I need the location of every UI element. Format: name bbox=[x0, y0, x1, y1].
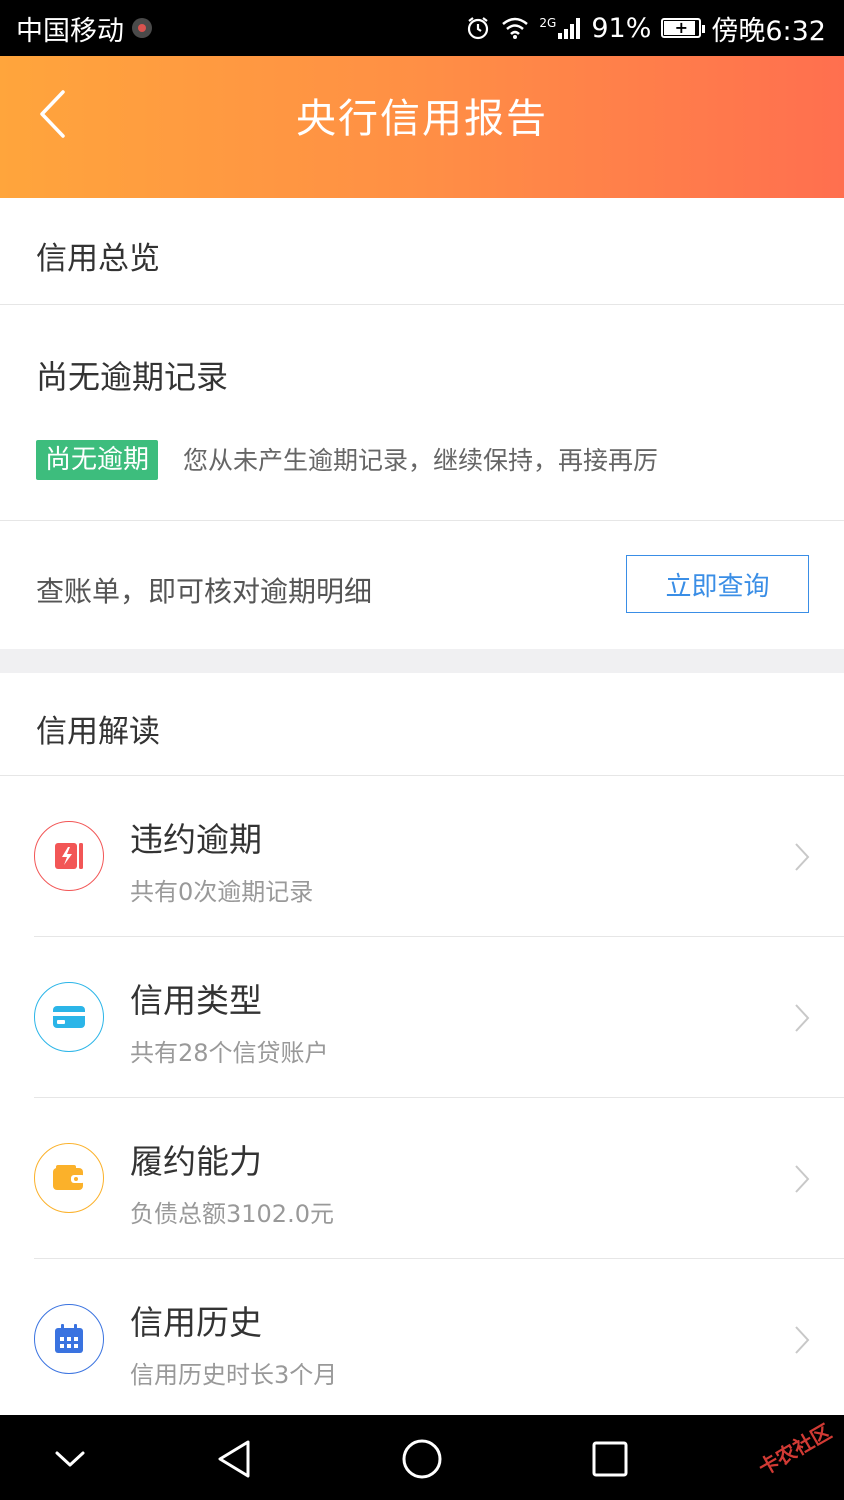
nav-recents-button[interactable] bbox=[588, 1437, 632, 1481]
clock: 傍晚6:32 bbox=[711, 15, 826, 47]
list-item-subtitle: 共有28个信贷账户 bbox=[130, 1039, 329, 1067]
list-item-credit-type[interactable]: 信用类型 共有28个信贷账户 bbox=[0, 937, 844, 1098]
battery-icon: + bbox=[661, 18, 706, 38]
status-bar: 中国移动 2G 91% + 傍晚6:32 bbox=[0, 0, 844, 56]
overview-section-title: 信用总览 bbox=[36, 241, 160, 277]
nav-home-button[interactable] bbox=[400, 1437, 444, 1481]
list-item-subtitle: 共有0次逾期记录 bbox=[130, 878, 314, 906]
calendar-icon bbox=[34, 1304, 104, 1374]
interpretation-section-title: 信用解读 bbox=[36, 714, 160, 750]
hide-nav-button[interactable] bbox=[48, 1437, 92, 1481]
list-item-title: 信用历史 bbox=[130, 1303, 262, 1342]
chevron-right-icon bbox=[795, 1004, 810, 1032]
section-gap bbox=[0, 649, 844, 673]
list-item-title: 信用类型 bbox=[130, 981, 262, 1020]
list-item-subtitle: 负债总额3102.0元 bbox=[130, 1200, 334, 1228]
battery-percent: 91% bbox=[591, 12, 652, 44]
nav-back-button[interactable] bbox=[212, 1437, 256, 1481]
network-label: 2G bbox=[539, 16, 557, 30]
circle-home-icon bbox=[402, 1439, 442, 1479]
signal-icon: 2G bbox=[539, 16, 581, 40]
list-item-credit-history[interactable]: 信用历史 信用历史时长3个月 bbox=[0, 1259, 844, 1420]
wallet-icon bbox=[34, 1143, 104, 1213]
overdue-icon bbox=[34, 821, 104, 891]
bill-hint: 查账单，即可核对逾期明细 bbox=[36, 575, 373, 608]
app-header: 央行信用报告 bbox=[0, 56, 844, 198]
list-item-repayment-ability[interactable]: 履约能力 负债总额3102.0元 bbox=[0, 1098, 844, 1259]
divider bbox=[0, 304, 844, 305]
list-item-title: 违约逾期 bbox=[130, 820, 262, 859]
chevron-right-icon bbox=[795, 1326, 810, 1354]
query-now-button[interactable]: 立即查询 bbox=[626, 555, 809, 613]
chevron-down-icon bbox=[55, 1451, 85, 1467]
chevron-right-icon bbox=[795, 1165, 810, 1193]
list-item-subtitle: 信用历史时长3个月 bbox=[130, 1361, 338, 1389]
list-item-title: 履约能力 bbox=[130, 1142, 262, 1181]
page-title: 央行信用报告 bbox=[296, 96, 548, 142]
wifi-icon bbox=[501, 16, 529, 40]
carrier-label: 中国移动 bbox=[16, 15, 124, 47]
notification-icon bbox=[132, 18, 152, 38]
square-recents-icon bbox=[592, 1441, 628, 1477]
status-description: 您从未产生逾期记录，继续保持，再接再厉 bbox=[183, 446, 659, 475]
list-item-overdue[interactable]: 违约逾期 共有0次逾期记录 bbox=[0, 776, 844, 937]
overdue-status-title: 尚无逾期记录 bbox=[36, 358, 229, 396]
alarm-icon bbox=[465, 15, 491, 41]
triangle-back-icon bbox=[218, 1440, 250, 1478]
card-icon bbox=[34, 982, 104, 1052]
chevron-right-icon bbox=[795, 843, 810, 871]
divider bbox=[0, 520, 844, 521]
system-nav-bar bbox=[0, 1415, 844, 1500]
status-badge: 尚无逾期 bbox=[36, 440, 159, 480]
